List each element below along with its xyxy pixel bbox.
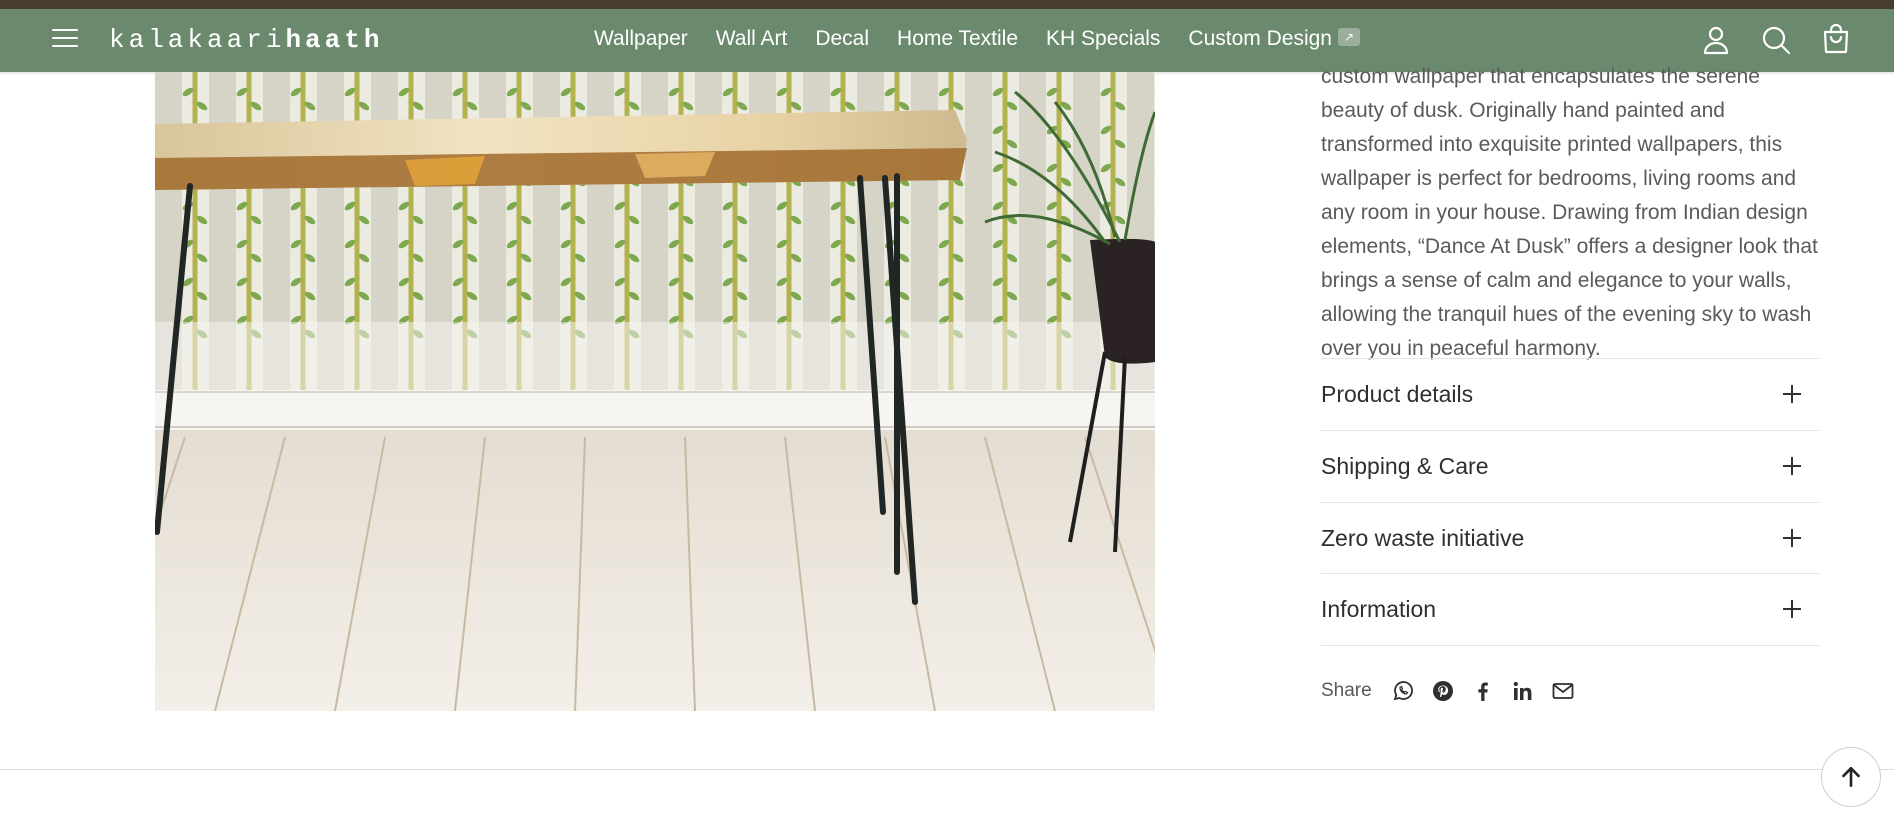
scroll-to-top-button[interactable] [1821, 747, 1881, 807]
nav-item-custom-design-label: Custom Design [1188, 27, 1332, 50]
accordion-information[interactable]: Information [1321, 573, 1819, 645]
menu-icon[interactable] [52, 29, 78, 51]
accordion-label: Information [1321, 596, 1437, 622]
arrow-up-icon [1842, 767, 1860, 787]
accordion-label: Zero waste initiative [1321, 525, 1525, 551]
whatsapp-icon[interactable] [1390, 678, 1416, 704]
logo-bold-text: haath [285, 25, 384, 55]
logo-light-text: kalakaari [109, 25, 286, 55]
plus-icon [1783, 600, 1801, 618]
share-bar: Share [1321, 678, 1576, 704]
accordion-label: Product details [1321, 381, 1474, 407]
accordion-zero-waste[interactable]: Zero waste initiative [1321, 502, 1819, 574]
nav-item-wallpaper[interactable]: Wallpaper [594, 27, 688, 51]
nav-item-wall-art[interactable]: Wall Art [716, 27, 788, 51]
email-icon[interactable] [1550, 678, 1576, 704]
nav-item-custom-design[interactable]: Custom Design ↗ [1188, 27, 1360, 51]
accordion-shipping-care[interactable]: Shipping & Care [1321, 430, 1819, 502]
plus-icon [1783, 385, 1801, 403]
search-icon[interactable] [1760, 24, 1792, 56]
top-strip [0, 0, 1894, 9]
pinterest-icon[interactable] [1430, 678, 1456, 704]
product-description: custom wallpaper that encapsulates the s… [1321, 65, 1818, 360]
product-image [155, 72, 1155, 711]
linkedin-icon[interactable] [1510, 678, 1536, 704]
section-divider [0, 769, 1894, 770]
facebook-icon[interactable] [1470, 678, 1496, 704]
site-logo[interactable]: kalakaarihaath [109, 25, 383, 55]
accordion-divider [1321, 645, 1819, 646]
nav-item-kh-specials[interactable]: KH Specials [1046, 27, 1160, 51]
account-icon[interactable] [1700, 24, 1732, 56]
accordion-label: Shipping & Care [1321, 453, 1489, 479]
nav-item-decal[interactable]: Decal [815, 27, 869, 51]
external-link-icon: ↗ [1337, 28, 1360, 47]
plus-icon [1783, 529, 1801, 547]
nav-item-home-textile[interactable]: Home Textile [897, 27, 1018, 51]
cart-icon[interactable] [1820, 23, 1852, 56]
accordion-product-details[interactable]: Product details [1321, 358, 1819, 430]
main-nav: Wallpaper Wall Art Decal Home Textile KH… [594, 27, 1360, 51]
plus-icon [1783, 457, 1801, 475]
product-photo-illustration [155, 72, 1155, 711]
share-label: Share [1321, 680, 1372, 701]
